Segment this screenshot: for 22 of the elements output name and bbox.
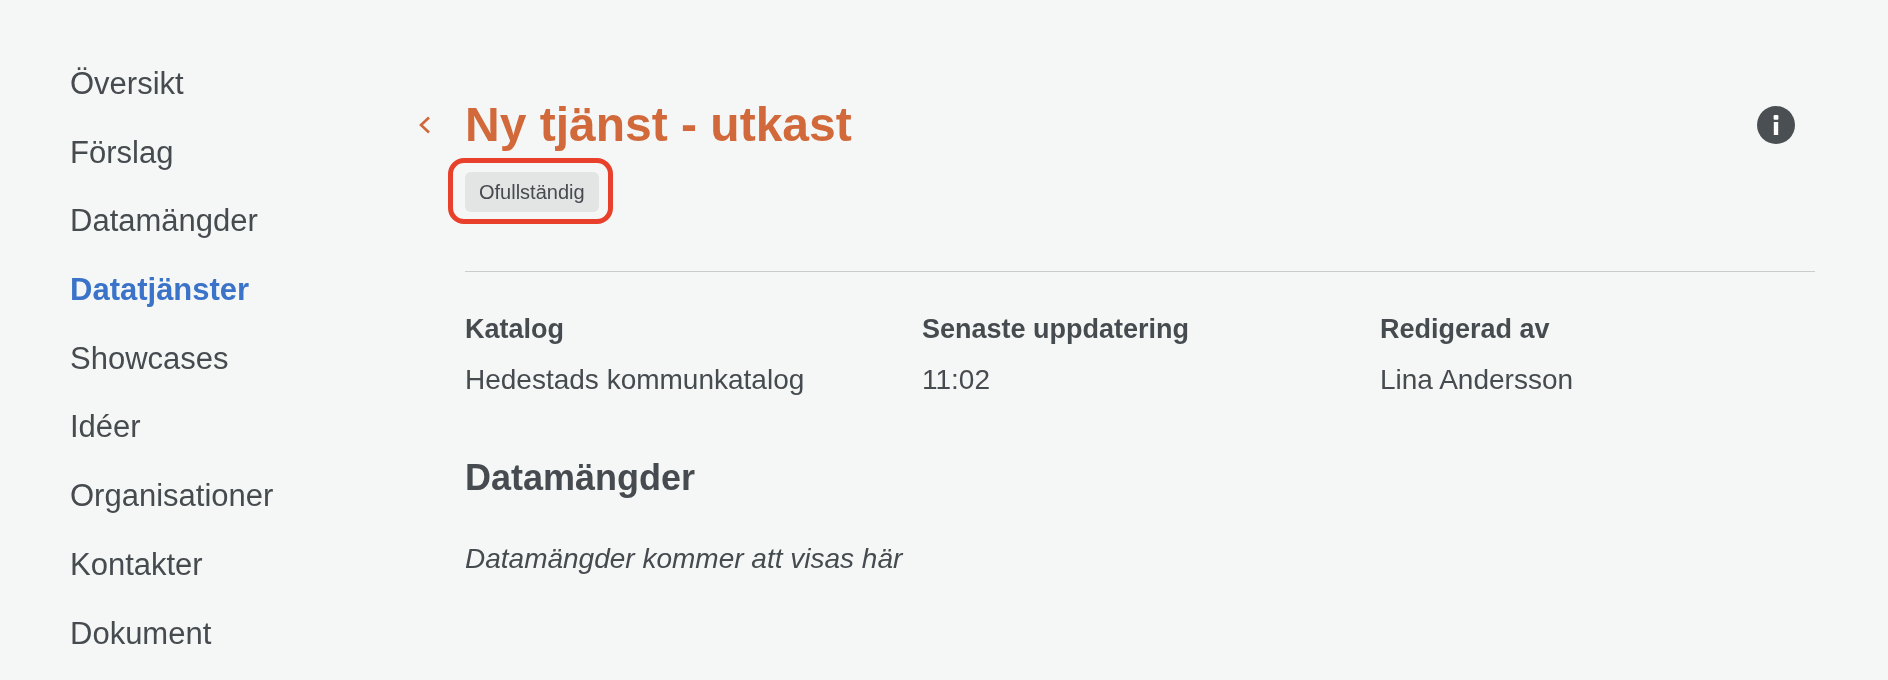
detail-label: Katalog [465, 313, 564, 346]
sidebar-item[interactable]: Dokument [70, 613, 212, 654]
detail-value: 11:02 [922, 363, 990, 397]
sidebar-item[interactable]: Datatjänster [70, 270, 250, 311]
sidebar-item[interactable]: Idéer [70, 407, 141, 448]
detail-value: Lina Andersson [1380, 363, 1574, 397]
section-heading: Datamängder [465, 456, 696, 500]
detail-label: Redigerad av [1380, 313, 1550, 346]
sidebar-item[interactable]: Organisationer [70, 476, 274, 517]
sidebar-item[interactable]: Översikt [70, 64, 184, 104]
page-title: Ny tjänst - utkast [465, 97, 852, 153]
chevron-left-icon [417, 116, 431, 134]
info-button[interactable] [1757, 106, 1795, 144]
empty-state-message: Datamängder kommer att visas här [465, 542, 903, 576]
sidebar-item[interactable]: Showcases [70, 338, 229, 379]
sidebar-item[interactable]: Kontakter [70, 544, 203, 585]
sidebar-item[interactable]: Förslag [70, 132, 174, 173]
status-badge: Ofullständig [465, 172, 599, 212]
detail-value: Hedestads kommunkatalog [465, 363, 805, 397]
info-icon [1757, 106, 1795, 144]
detail-label: Senaste uppdatering [922, 313, 1190, 346]
sidebar-item[interactable]: Datamängder [70, 201, 258, 242]
